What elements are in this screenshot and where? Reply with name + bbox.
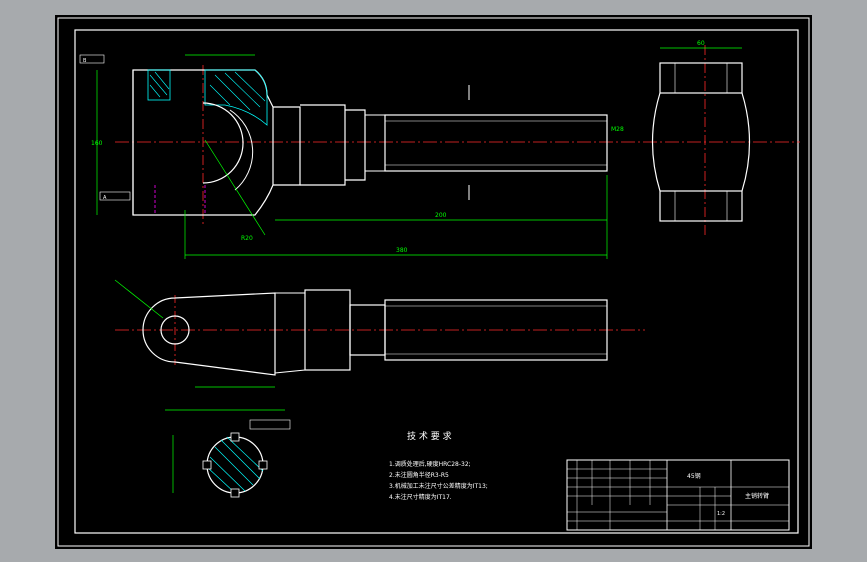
plan-collar-bottom bbox=[274, 369, 306, 374]
tech-item-4: 4.未注尺寸精度为IT17. bbox=[389, 493, 452, 501]
neck-section bbox=[273, 106, 301, 186]
datum-a-text: A bbox=[103, 195, 107, 201]
spline-tooth-bottom bbox=[230, 488, 240, 498]
tb-scale: 1:2 bbox=[717, 511, 725, 517]
plan-leader bbox=[114, 279, 164, 319]
title-block: 45钢 主销转臂 1:2 bbox=[566, 459, 790, 531]
spline-tooth-left bbox=[202, 460, 212, 470]
dim-shaft-text: 200 bbox=[435, 212, 447, 219]
collar-section bbox=[300, 104, 346, 186]
tech-item-3: 3.机械加工未注尺寸公差精度为IT13; bbox=[389, 482, 488, 490]
dim-total-text: 380 bbox=[396, 247, 408, 254]
leader-radius bbox=[204, 139, 266, 236]
tech-item-2: 2.未注圆角半径R3-R5 bbox=[389, 471, 449, 479]
outer-arc bbox=[229, 109, 254, 191]
section-circle bbox=[206, 436, 264, 494]
tb-part-name: 主销转臂 bbox=[745, 492, 769, 500]
main-view: 380 200 160 R20 B A M28 bbox=[79, 54, 800, 259]
threaded-shaft bbox=[384, 114, 608, 172]
side-top-block bbox=[659, 62, 743, 94]
datum-b-text: B bbox=[83, 58, 87, 64]
side-dim-text: 60 bbox=[697, 40, 705, 47]
radius-text: R20 bbox=[241, 235, 253, 242]
side-bottom-block bbox=[659, 190, 743, 222]
inner-border bbox=[74, 29, 799, 534]
tb-material: 45钢 bbox=[687, 472, 701, 480]
spline-tooth-right bbox=[258, 460, 268, 470]
thread-callout: M28 bbox=[611, 126, 624, 133]
section-view bbox=[165, 409, 291, 498]
drawing-sheet: 380 200 160 R20 B A M28 60 技 术 要 求 1.调质处… bbox=[55, 15, 812, 549]
hatch-lines-b bbox=[209, 71, 266, 111]
tech-requirements: 技 术 要 求 1.调质处理后,硬度HRC28-32; 2.未注圆角半径R3-R… bbox=[389, 430, 488, 501]
spline-tooth-top bbox=[230, 432, 240, 442]
section-tolerance-frame bbox=[249, 419, 291, 430]
eye-arm bbox=[142, 292, 276, 376]
dim-head-text: 160 bbox=[91, 140, 103, 147]
relief-groove bbox=[345, 109, 366, 181]
tech-title: 技 术 要 求 bbox=[407, 430, 452, 442]
cad-drawing: 380 200 160 R20 B A M28 60 技 术 要 求 1.调质处… bbox=[57, 17, 810, 547]
plan-view bbox=[114, 279, 645, 388]
hatch-upper-right bbox=[204, 69, 268, 126]
side-view: 60 bbox=[651, 40, 751, 237]
hatch-lines-a bbox=[149, 71, 170, 98]
tech-item-1: 1.调质处理后,硬度HRC28-32; bbox=[389, 460, 471, 468]
